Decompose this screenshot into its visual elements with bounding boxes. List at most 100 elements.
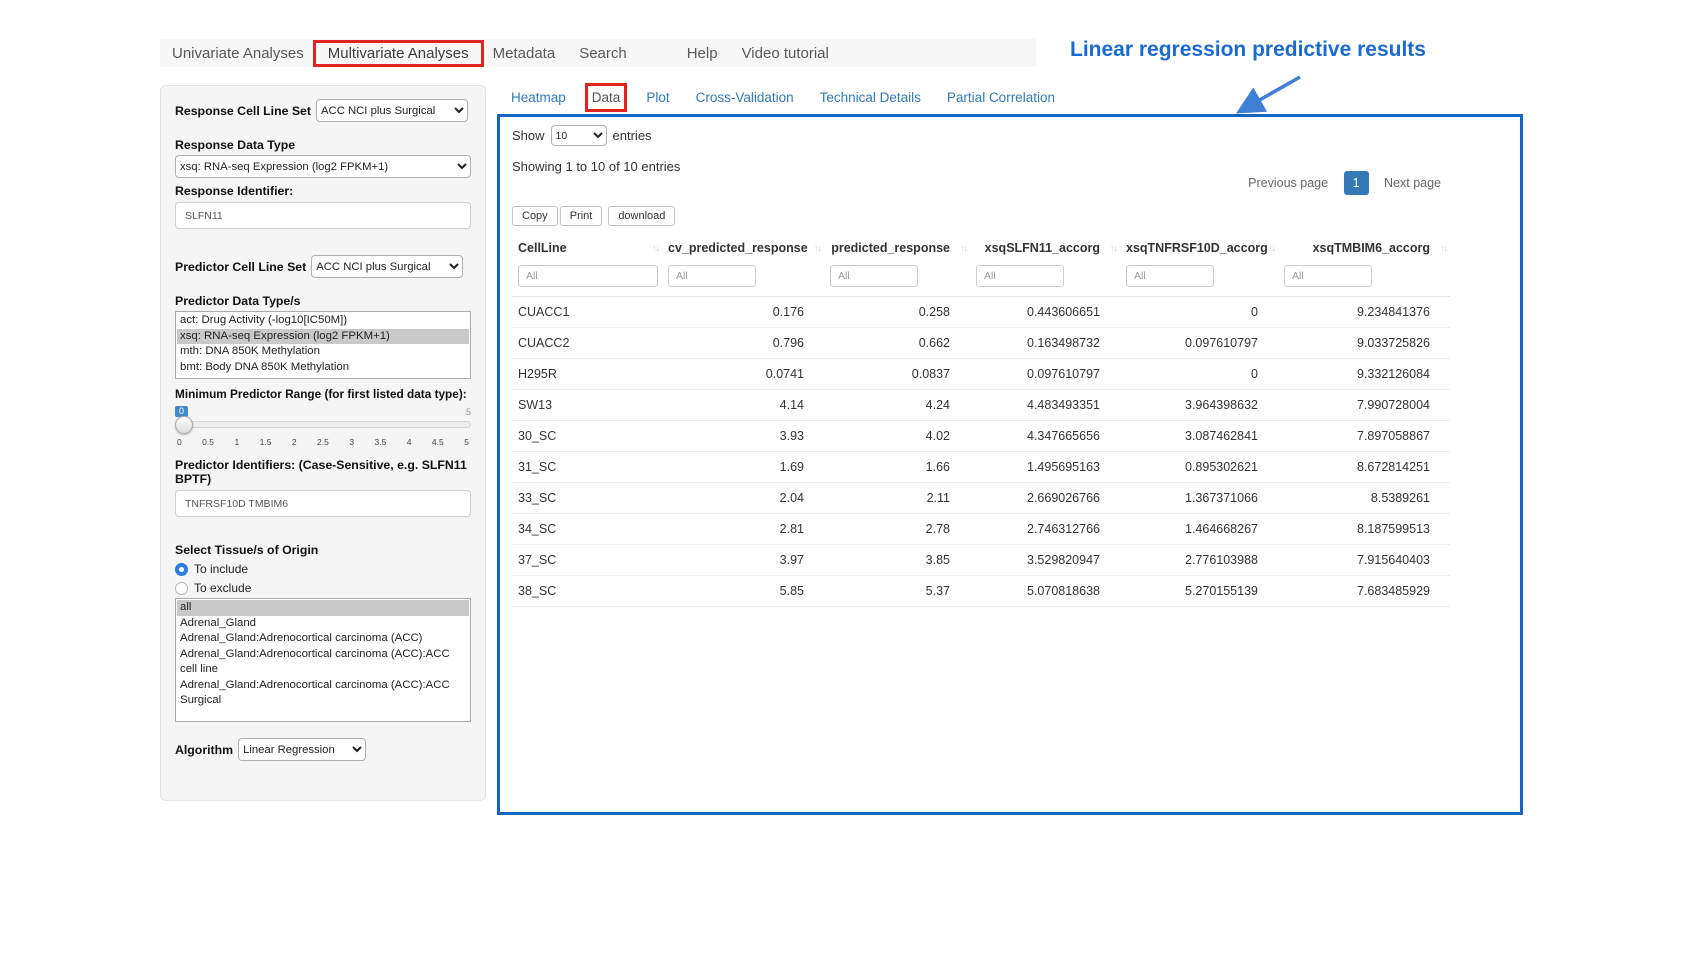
table-row[interactable]: 34_SC2.812.782.7463127661.4646682678.187…	[512, 514, 1450, 545]
sort-icons[interactable]: ↑↓	[1440, 243, 1447, 253]
previous-page-button[interactable]: Previous page	[1239, 171, 1337, 195]
radio-label: To include	[194, 562, 248, 576]
radio-option-to-include[interactable]: To include	[175, 562, 471, 576]
sort-desc-icon: ↓	[656, 243, 660, 253]
response-cell-line-set-label: Response Cell Line Set	[175, 104, 311, 118]
value-cell: 0	[1120, 297, 1278, 328]
value-cell: 8.672814251	[1278, 452, 1450, 483]
value-cell: 2.669026766	[970, 483, 1120, 514]
list-option-adrenal-gland-adrenocortical-carcinoma-a[interactable]: Adrenal_Gland:Adrenocortical carcinoma (…	[177, 631, 469, 647]
column-header-xsqtnfrsf10d-accorg[interactable]: xsqTNFRSF10D_accorg↑↓	[1120, 234, 1278, 262]
sort-icons[interactable]: ↑↓	[652, 243, 659, 253]
predictor-cell-line-set-select[interactable]: ACC NCI plus Surgical	[311, 255, 463, 278]
result-tabs: Heatmap Data Plot Cross-Validation Technical…	[511, 90, 1055, 105]
column-filter-input-xsqtnfrsf10d-accorg[interactable]	[1126, 265, 1214, 287]
page-number-button[interactable]: 1	[1344, 171, 1369, 195]
value-cell: 1.66	[824, 452, 970, 483]
nav-item-metadata[interactable]: Metadata	[481, 43, 568, 64]
table-row[interactable]: H295R0.07410.08370.09761079709.332126084	[512, 359, 1450, 390]
filter-cell	[1278, 262, 1450, 297]
column-header-xsqtmbim6-accorg[interactable]: xsqTMBIM6_accorg↑↓	[1278, 234, 1450, 262]
slider-tick: 4.5	[432, 437, 444, 447]
column-header-cellline[interactable]: CellLine↑↓	[512, 234, 662, 262]
copy-button[interactable]: Copy	[512, 206, 558, 226]
column-filter-input-xsqslfn11-accorg[interactable]	[976, 265, 1064, 287]
slider-handle[interactable]	[175, 416, 193, 434]
value-cell: 4.483493351	[970, 390, 1120, 421]
tab-heatmap[interactable]: Heatmap	[511, 90, 566, 105]
results-table: CellLine↑↓cv_predicted_response↑↓predict…	[512, 234, 1450, 607]
value-cell: 5.37	[824, 576, 970, 607]
column-filter-input-xsqtmbim6-accorg[interactable]	[1284, 265, 1372, 287]
column-filter-input-cellline[interactable]	[518, 265, 658, 287]
list-option-adrenal-gland[interactable]: Adrenal_Gland	[177, 616, 469, 632]
table-row[interactable]: 37_SC3.973.853.5298209472.7761039887.915…	[512, 545, 1450, 576]
predictor-identifiers-input[interactable]	[175, 490, 471, 517]
filter-row	[512, 262, 1450, 297]
algorithm-select[interactable]: Linear Regression	[238, 738, 366, 761]
sort-icons[interactable]: ↑↓	[1268, 243, 1275, 253]
list-option-bmt-body-dna-850k-methylation[interactable]: bmt: Body DNA 850K Methylation	[177, 360, 469, 376]
show-entries-select[interactable]: 10	[551, 125, 607, 146]
print-button[interactable]: Print	[560, 206, 603, 226]
list-option-all[interactable]: all	[177, 600, 469, 616]
list-option-adrenal-gland-adrenocortical-carcinoma-a[interactable]: Adrenal_Gland:Adrenocortical carcinoma (…	[177, 678, 469, 709]
table-row[interactable]: 33_SC2.042.112.6690267661.3673710668.538…	[512, 483, 1450, 514]
value-cell: 2.78	[824, 514, 970, 545]
slider-tick: 0	[177, 437, 182, 447]
nav-item-multivariate-analyses[interactable]: Multivariate Analyses	[316, 43, 481, 64]
nav-item-help[interactable]: Help	[675, 43, 730, 64]
table-row[interactable]: SW134.144.244.4834933513.9643986327.9907…	[512, 390, 1450, 421]
list-option-act-drug-activity-log10-ic50m[interactable]: act: Drug Activity (-log10[IC50M])	[177, 313, 469, 329]
value-cell: 2.11	[824, 483, 970, 514]
tab-data[interactable]: Data	[592, 90, 621, 105]
table-row[interactable]: 31_SC1.691.661.4956951630.8953026218.672…	[512, 452, 1450, 483]
next-page-button[interactable]: Next page	[1375, 171, 1450, 195]
table-row[interactable]: 30_SC3.934.024.3476656563.0874628417.897…	[512, 421, 1450, 452]
sort-icons[interactable]: ↑↓	[1110, 243, 1117, 253]
column-header-cv-predicted-response[interactable]: cv_predicted_response↑↓	[662, 234, 824, 262]
radio-option-to-exclude[interactable]: To exclude	[175, 581, 471, 595]
download-button[interactable]: download	[608, 206, 675, 226]
tissue-list[interactable]: allAdrenal_GlandAdrenal_Gland:Adrenocort…	[175, 598, 471, 722]
list-option-adrenal-gland-adrenocortical-carcinoma-a[interactable]: Adrenal_Gland:Adrenocortical carcinoma (…	[177, 647, 469, 678]
cellline-cell: SW13	[512, 390, 662, 421]
predictor-cell-line-set-row: Predictor Cell Line Set ACC NCI plus Sur…	[175, 255, 471, 278]
value-cell: 0.176	[662, 297, 824, 328]
slider-max-label: 5	[466, 407, 471, 417]
value-cell: 3.93	[662, 421, 824, 452]
column-header-xsqslfn11-accorg[interactable]: xsqSLFN11_accorg↑↓	[970, 234, 1120, 262]
value-cell: 7.897058867	[1278, 421, 1450, 452]
tab-cross-validation[interactable]: Cross-Validation	[696, 90, 794, 105]
min-predictor-range-slider[interactable]: 0 5 00.511.522.533.544.55	[175, 406, 471, 452]
tab-plot[interactable]: Plot	[646, 90, 669, 105]
nav-item-univariate-analyses[interactable]: Univariate Analyses	[160, 43, 316, 64]
table-row[interactable]: 38_SC5.855.375.0708186385.2701551397.683…	[512, 576, 1450, 607]
nav-item-search[interactable]: Search	[567, 43, 639, 64]
filter-cell	[1120, 262, 1278, 297]
table-row[interactable]: CUACC10.1760.2580.44360665109.234841376	[512, 297, 1450, 328]
table-row[interactable]: CUACC20.7960.6620.1634987320.0976107979.…	[512, 328, 1450, 359]
nav-item-video-tutorial[interactable]: Video tutorial	[730, 43, 841, 64]
column-header-predicted-response[interactable]: predicted_response↑↓	[824, 234, 970, 262]
cellline-cell: 31_SC	[512, 452, 662, 483]
sort-icons[interactable]: ↑↓	[814, 243, 821, 253]
sort-icons[interactable]: ↑↓	[960, 243, 967, 253]
top-nav: Univariate AnalysesMultivariate Analyses…	[160, 39, 1036, 67]
sort-desc-icon: ↓	[818, 243, 822, 253]
response-cell-line-set-select[interactable]: ACC NCI plus Surgical	[316, 99, 468, 122]
list-option-mth-dna-850k-methylation[interactable]: mth: DNA 850K Methylation	[177, 344, 469, 360]
predictor-data-type-list[interactable]: act: Drug Activity (-log10[IC50M])xsq: R…	[175, 311, 471, 379]
response-identifier-input[interactable]	[175, 202, 471, 229]
tab-technical-details[interactable]: Technical Details	[820, 90, 921, 105]
column-filter-input-cv-predicted-response[interactable]	[668, 265, 756, 287]
show-entries-row: Show 10 entries	[512, 125, 1450, 146]
slider-track[interactable]	[175, 421, 471, 428]
table-body: CUACC10.1760.2580.44360665109.234841376C…	[512, 297, 1450, 607]
radio-icon	[175, 563, 188, 576]
tab-partial-correlation[interactable]: Partial Correlation	[947, 90, 1055, 105]
list-option-xsq-rna-seq-expression-log2-fpkm-1[interactable]: xsq: RNA-seq Expression (log2 FPKM+1)	[177, 329, 469, 345]
column-filter-input-predicted-response[interactable]	[830, 265, 918, 287]
response-data-type-select[interactable]: xsq: RNA-seq Expression (log2 FPKM+1)	[175, 155, 471, 178]
cellline-cell: H295R	[512, 359, 662, 390]
